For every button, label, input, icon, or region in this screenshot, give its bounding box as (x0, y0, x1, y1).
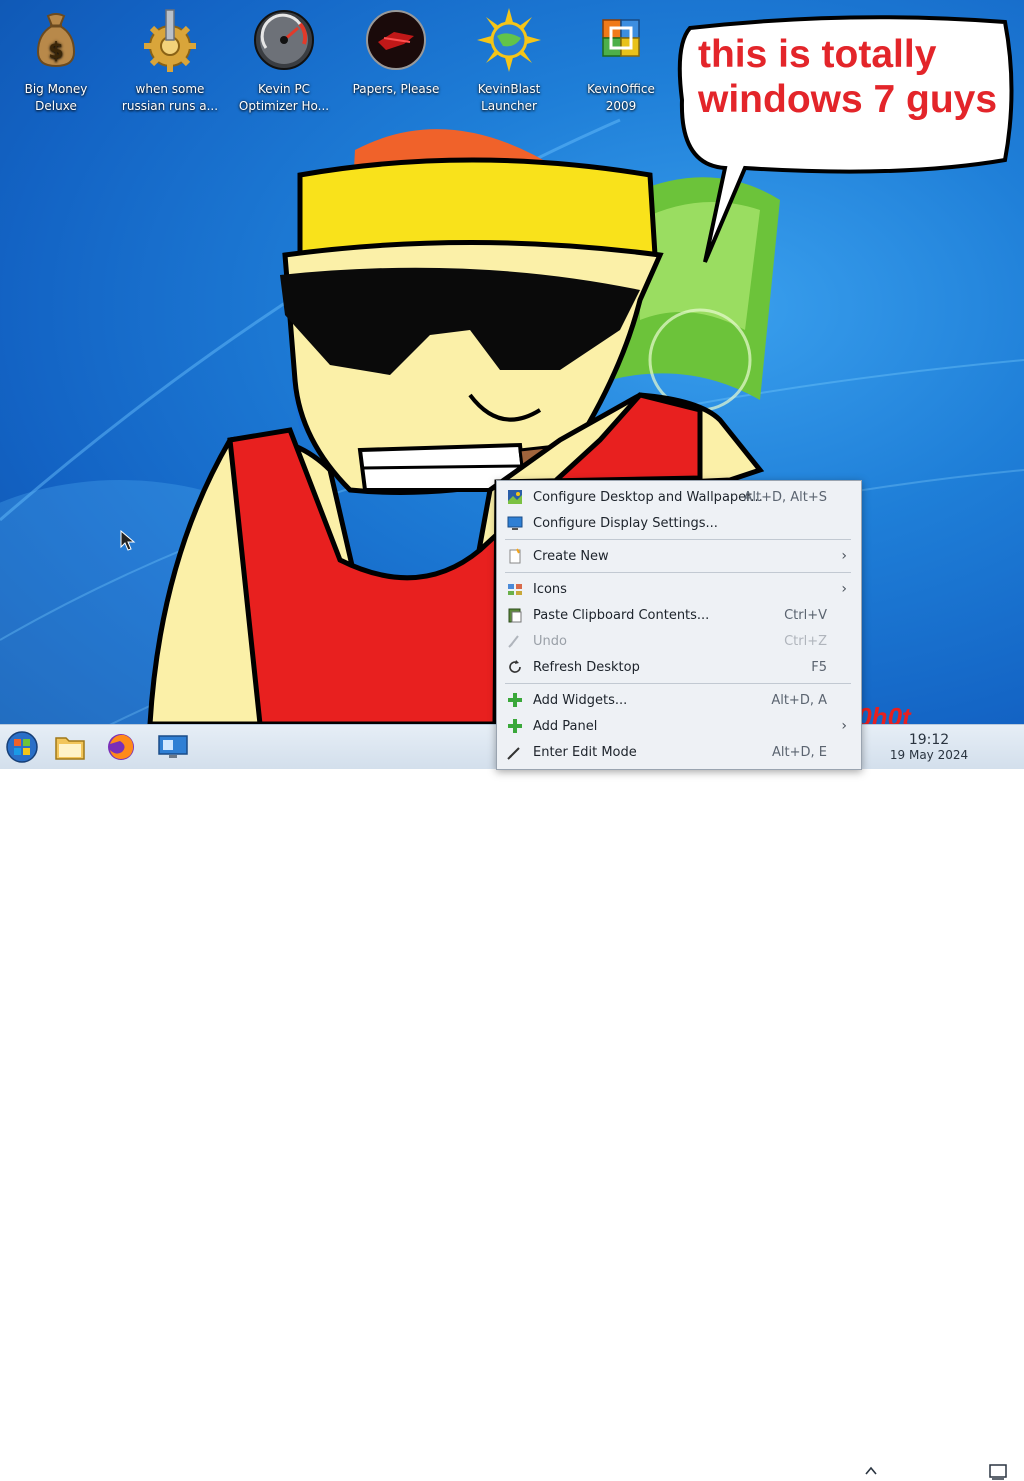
clock-time[interactable]: 19:12 (888, 732, 970, 748)
money-bag-icon: $ (36, 13, 76, 68)
speedometer-icon (254, 10, 314, 70)
start-orb-icon (6, 731, 38, 763)
system-settings-button[interactable] (153, 729, 193, 765)
menu-separator (505, 539, 851, 540)
desktop-icon-kevinblast-launcher[interactable]: KevinBlast Launcher (459, 8, 559, 115)
gear-icon (144, 9, 196, 72)
firefox-icon (108, 734, 134, 760)
wallpaper-icon (506, 488, 524, 506)
display-icon (506, 514, 524, 532)
menu-item-add-widgets[interactable]: Add Widgets... Alt+D, A (501, 687, 857, 713)
chevron-right-icon: › (841, 718, 847, 734)
menu-item-icons[interactable]: Icons › (501, 576, 857, 602)
menu-item-refresh-desktop[interactable]: Refresh Desktop F5 (501, 654, 857, 680)
menu-item-configure-desktop[interactable]: Configure Desktop and Wallpaper... Alt+D… (501, 484, 857, 510)
office-icon (602, 19, 640, 57)
svg-text:$: $ (48, 39, 63, 64)
mouse-cursor-icon (120, 530, 136, 551)
start-button[interactable] (2, 729, 42, 765)
menu-item-paste[interactable]: Paste Clipboard Contents... Ctrl+V (501, 602, 857, 628)
folder-icon (55, 737, 85, 760)
chevron-right-icon: › (841, 548, 847, 564)
menu-item-add-panel[interactable]: Add Panel › (501, 713, 857, 739)
paste-icon (506, 606, 524, 624)
menu-item-undo[interactable]: Undo Ctrl+Z (501, 628, 857, 654)
desktop-context-menu: Configure Desktop and Wallpaper... Alt+D… (496, 480, 862, 770)
show-desktop-icon[interactable] (988, 1463, 1008, 1481)
menu-item-enter-edit-mode[interactable]: Enter Edit Mode Alt+D, E (501, 739, 857, 765)
file-manager-button[interactable] (50, 729, 90, 765)
edit-mode-icon (506, 743, 524, 761)
tray-expand-icon[interactable] (862, 1462, 880, 1480)
desktop-icon-kevinoffice-2009[interactable]: KevinOffice 2009 (571, 8, 671, 115)
undo-icon (506, 632, 524, 650)
new-file-icon (506, 547, 524, 565)
desktop-icon-papers-please[interactable]: Papers, Please (346, 8, 446, 98)
desktop-icon-russian-runs[interactable]: when some russian runs a... (120, 8, 220, 115)
menu-item-create-new[interactable]: Create New › (501, 543, 857, 569)
chevron-right-icon: › (841, 581, 847, 597)
refresh-icon (506, 658, 524, 676)
desktop-icon-kevin-pc-optimizer[interactable]: Kevin PC Optimizer Ho... (234, 8, 334, 115)
sun-globe-icon (477, 8, 541, 72)
system-settings-icon (158, 735, 188, 758)
papers-please-icon (366, 10, 426, 70)
menu-item-configure-display[interactable]: Configure Display Settings... (501, 510, 857, 536)
speech-bubble-text: this is totally windows 7 guys (698, 33, 998, 121)
menu-separator (505, 572, 851, 573)
menu-separator (505, 683, 851, 684)
add-icon (506, 691, 524, 709)
add-icon (506, 717, 524, 735)
desktop-icon-big-money-deluxe[interactable]: $ Big Money Deluxe (6, 8, 106, 115)
clock-date[interactable]: 19 May 2024 (886, 748, 972, 762)
firefox-button[interactable] (101, 729, 141, 765)
icons-grid-icon (506, 580, 524, 598)
